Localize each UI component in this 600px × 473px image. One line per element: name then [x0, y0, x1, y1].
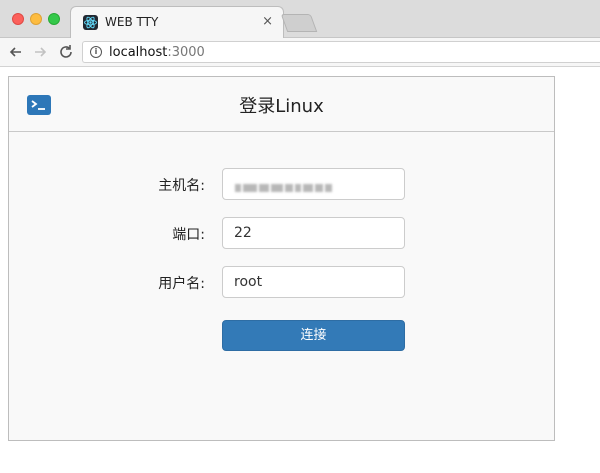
browser-tab-bar: WEB TTY × [0, 0, 600, 39]
minimize-window-button[interactable] [30, 13, 42, 25]
host-input[interactable] [222, 168, 405, 200]
react-logo-icon [83, 15, 98, 30]
connect-button[interactable]: 连接 [222, 320, 405, 351]
new-tab-button[interactable] [280, 14, 318, 32]
browser-toolbar: i localhost:3000 [0, 38, 600, 67]
user-label: 用户名: [158, 276, 205, 292]
tab-close-icon[interactable]: × [262, 14, 273, 29]
panel-title: 登录Linux [239, 96, 324, 117]
address-bar[interactable]: i localhost:3000 [82, 41, 600, 63]
arrow-right-icon[interactable] [30, 42, 50, 62]
arrow-left-icon[interactable] [6, 42, 26, 62]
login-panel: 登录Linux 主机名: 端口: 用户名: 连接 [8, 76, 555, 441]
panel-header: 登录Linux [9, 77, 554, 132]
tab-title: WEB TTY [105, 15, 159, 29]
maximize-window-button[interactable] [48, 13, 60, 25]
user-input[interactable] [222, 266, 405, 298]
port-row: 端口: [9, 217, 554, 249]
host-label: 主机名: [158, 178, 205, 194]
url-port: :3000 [167, 45, 205, 60]
port-input[interactable] [222, 217, 405, 249]
user-row: 用户名: [9, 266, 554, 298]
port-label: 端口: [172, 227, 205, 243]
info-icon[interactable]: i [90, 46, 102, 58]
close-window-button[interactable] [12, 13, 24, 25]
url-text: localhost:3000 [109, 45, 205, 60]
reload-icon[interactable] [56, 42, 76, 62]
host-row: 主机名: [9, 168, 554, 200]
host-value-redacted [235, 180, 334, 192]
browser-tab-active[interactable]: WEB TTY × [70, 6, 284, 39]
url-host: localhost [109, 45, 168, 60]
